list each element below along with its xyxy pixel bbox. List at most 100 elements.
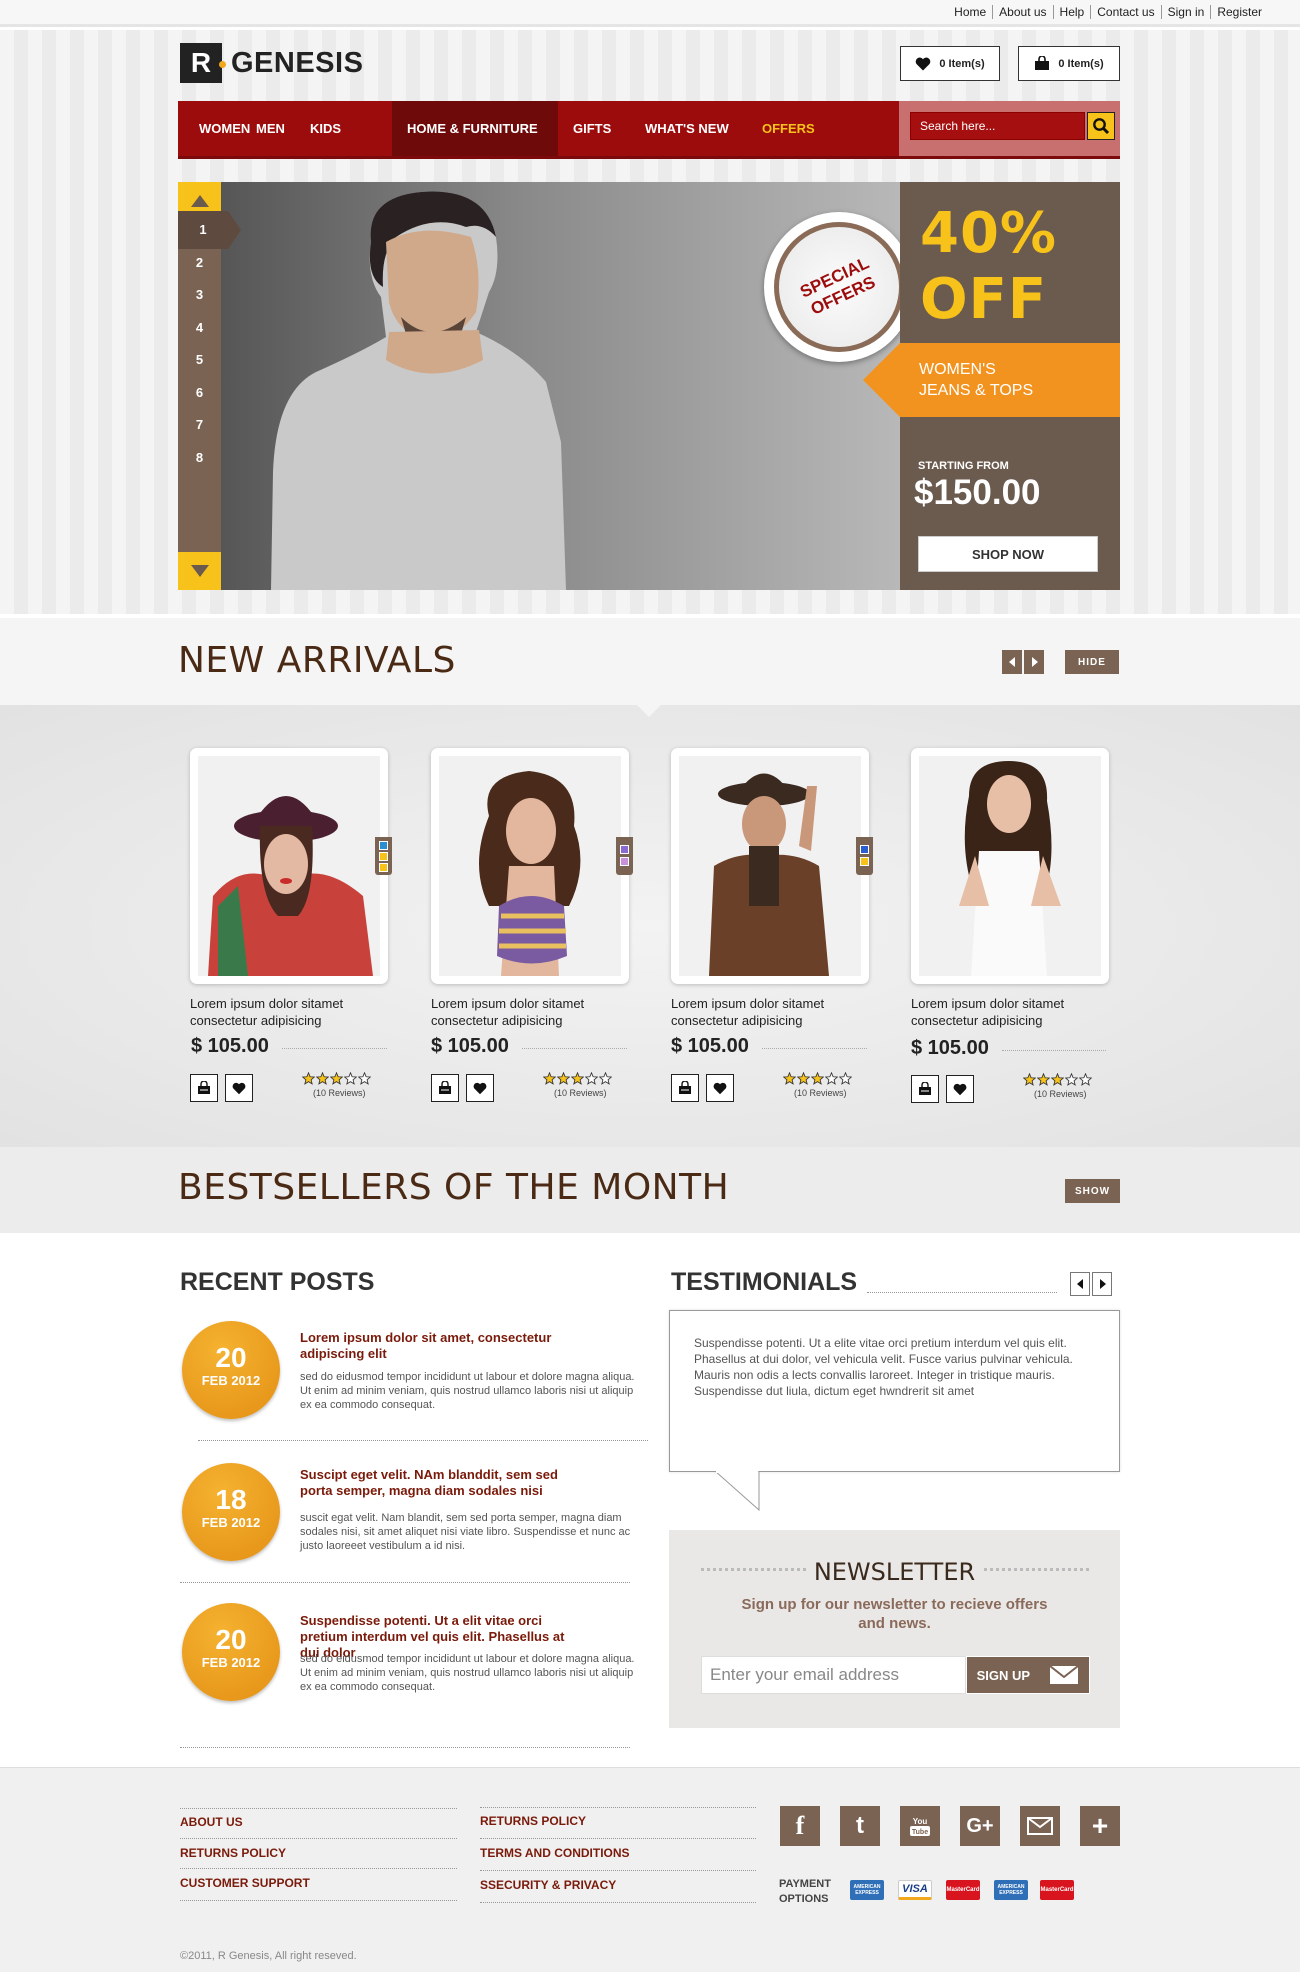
- add-to-cart-button[interactable]: [671, 1074, 699, 1102]
- google-plus-button[interactable]: G+: [960, 1806, 1000, 1846]
- star-filled-icon: [316, 1072, 329, 1085]
- product-card[interactable]: [431, 748, 633, 984]
- nav-item-home-furniture[interactable]: HOME & FURNITURE: [392, 101, 558, 156]
- product-card[interactable]: [671, 748, 873, 984]
- email-button[interactable]: [1020, 1806, 1060, 1846]
- post-excerpt: sed do eidusmod tempor incididunt ut lab…: [300, 1653, 635, 1693]
- color-swatch[interactable]: [620, 857, 629, 866]
- arrivals-prev-button[interactable]: [1002, 650, 1022, 674]
- footer-link-security[interactable]: SSECURITY & PRIVACY: [480, 1878, 616, 1892]
- hero-slider: SPECIAL OFFERS 1 2 3 4 5 6 7 8 40% OFF W…: [178, 182, 1120, 590]
- youtube-button[interactable]: You Tube: [900, 1806, 940, 1846]
- post-date-badge: 20 FEB 2012: [182, 1603, 280, 1701]
- top-link-about[interactable]: About us: [993, 5, 1054, 19]
- slide-number-8[interactable]: 8: [178, 439, 221, 477]
- add-to-wishlist-button[interactable]: [946, 1075, 974, 1103]
- price-divider: [1002, 1050, 1106, 1051]
- product-card[interactable]: [190, 748, 392, 984]
- payment-options-label: PAYMENT OPTIONS: [779, 1878, 831, 1905]
- footer-link-terms[interactable]: TERMS AND CONDITIONS: [480, 1846, 630, 1860]
- post-month: FEB 2012: [201, 1373, 261, 1388]
- post-title[interactable]: Lorem ipsum dolor sit amet, consectetur …: [300, 1330, 580, 1362]
- search-input[interactable]: [910, 112, 1085, 140]
- footer-link-support[interactable]: CUSTOMER SUPPORT: [180, 1876, 310, 1890]
- nav-item-gifts[interactable]: GIFTS: [558, 101, 626, 156]
- color-swatch[interactable]: [860, 845, 869, 854]
- product-name[interactable]: Lorem ipsum dolor sitamet consectetur ad…: [911, 995, 1111, 1029]
- review-count[interactable]: (10 Reviews): [1034, 1089, 1087, 1099]
- color-swatch[interactable]: [379, 841, 388, 850]
- add-to-wishlist-button[interactable]: [225, 1074, 253, 1102]
- product-name[interactable]: Lorem ipsum dolor sitamet consectetur ad…: [671, 995, 871, 1029]
- star-rating[interactable]: [543, 1072, 612, 1085]
- review-count[interactable]: (10 Reviews): [794, 1088, 847, 1098]
- review-count[interactable]: (10 Reviews): [313, 1088, 366, 1098]
- add-to-cart-button[interactable]: [431, 1074, 459, 1102]
- star-rating[interactable]: [1023, 1073, 1092, 1086]
- facebook-button[interactable]: f: [780, 1806, 820, 1846]
- top-link-contact[interactable]: Contact us: [1091, 5, 1162, 19]
- testimonial-bubble-tail: [715, 1471, 761, 1511]
- color-swatch[interactable]: [379, 852, 388, 861]
- top-link-home[interactable]: Home: [948, 5, 994, 19]
- shop-now-button[interactable]: SHOP NOW: [918, 536, 1098, 572]
- nav-item-kids[interactable]: KIDS: [295, 101, 356, 156]
- tumblr-button[interactable]: t: [840, 1806, 880, 1846]
- color-swatch[interactable]: [379, 863, 388, 872]
- star-rating[interactable]: [783, 1072, 852, 1085]
- cart-button[interactable]: 0 Item(s): [1018, 46, 1120, 81]
- mastercard-icon: MasterCard: [1040, 1880, 1074, 1900]
- signup-label: SIGN UP: [976, 1667, 1031, 1683]
- add-to-wishlist-button[interactable]: [706, 1074, 734, 1102]
- add-to-cart-button[interactable]: [190, 1074, 218, 1102]
- review-count[interactable]: (10 Reviews): [554, 1088, 607, 1098]
- top-link-help[interactable]: Help: [1054, 5, 1092, 19]
- amex-card-icon: AMERICAN EXPRESS: [994, 1880, 1028, 1900]
- product-card[interactable]: [911, 748, 1109, 984]
- newsletter-signup-button[interactable]: SIGN UP: [966, 1656, 1090, 1694]
- svg-text:You: You: [913, 1817, 928, 1826]
- top-link-register[interactable]: Register: [1211, 5, 1268, 19]
- nav-item-whats-new[interactable]: WHAT'S NEW: [630, 101, 744, 156]
- slide-down-button[interactable]: [178, 552, 221, 590]
- starting-from-label: STARTING FROM: [918, 460, 1009, 472]
- star-rating[interactable]: [302, 1072, 371, 1085]
- color-swatch[interactable]: [620, 845, 629, 854]
- star-empty-icon: [344, 1072, 357, 1085]
- search-button[interactable]: [1087, 112, 1115, 140]
- search-area: [899, 101, 1120, 156]
- star-filled-icon: [330, 1072, 343, 1085]
- wishlist-button[interactable]: 0 Item(s): [900, 46, 1000, 81]
- brand-logo[interactable]: R GENESIS: [180, 43, 363, 83]
- top-link-signin[interactable]: Sign in: [1162, 5, 1212, 19]
- footer-link-about[interactable]: ABOUT US: [180, 1815, 243, 1829]
- testimonials-next-button[interactable]: [1092, 1272, 1112, 1296]
- star-empty-icon: [839, 1072, 852, 1085]
- nav-item-offers[interactable]: OFFERS: [747, 101, 830, 156]
- testimonials-prev-button[interactable]: [1070, 1272, 1090, 1296]
- newsletter-email-input[interactable]: [701, 1656, 966, 1694]
- show-bestsellers-button[interactable]: SHOW: [1065, 1179, 1120, 1203]
- testimonials-title: TESTIMONIALS: [671, 1268, 858, 1296]
- more-share-button[interactable]: +: [1080, 1806, 1120, 1846]
- hide-arrivals-button[interactable]: HIDE: [1065, 650, 1119, 674]
- offer-price: $150.00: [914, 473, 1041, 512]
- add-to-cart-button[interactable]: [911, 1075, 939, 1103]
- cart-count: 0 Item(s): [1058, 57, 1104, 70]
- arrivals-next-button[interactable]: [1024, 650, 1044, 674]
- special-offers-text: SPECIAL OFFERS: [797, 253, 879, 319]
- footer-link-returns-policy[interactable]: RETURNS POLICY: [480, 1814, 586, 1828]
- nav-item-men[interactable]: MEN: [241, 101, 300, 156]
- add-to-wishlist-button[interactable]: [466, 1074, 494, 1102]
- post-title[interactable]: Suscipt eget velit. NAm blanddit, sem se…: [300, 1467, 580, 1499]
- new-arrivals-title: NEW ARRIVALS: [178, 640, 456, 681]
- special-offers-badge: SPECIAL OFFERS: [764, 212, 914, 362]
- star-filled-icon: [1037, 1073, 1050, 1086]
- plus-icon: +: [1091, 1810, 1109, 1841]
- product-name[interactable]: Lorem ipsum dolor sitamet consectetur ad…: [431, 995, 631, 1029]
- color-swatch[interactable]: [860, 857, 869, 866]
- tumblr-icon: t: [856, 1812, 864, 1839]
- footer-link-returns[interactable]: RETURNS POLICY: [180, 1846, 286, 1860]
- post-divider: [180, 1582, 630, 1583]
- product-name[interactable]: Lorem ipsum dolor sitamet consectetur ad…: [190, 995, 390, 1029]
